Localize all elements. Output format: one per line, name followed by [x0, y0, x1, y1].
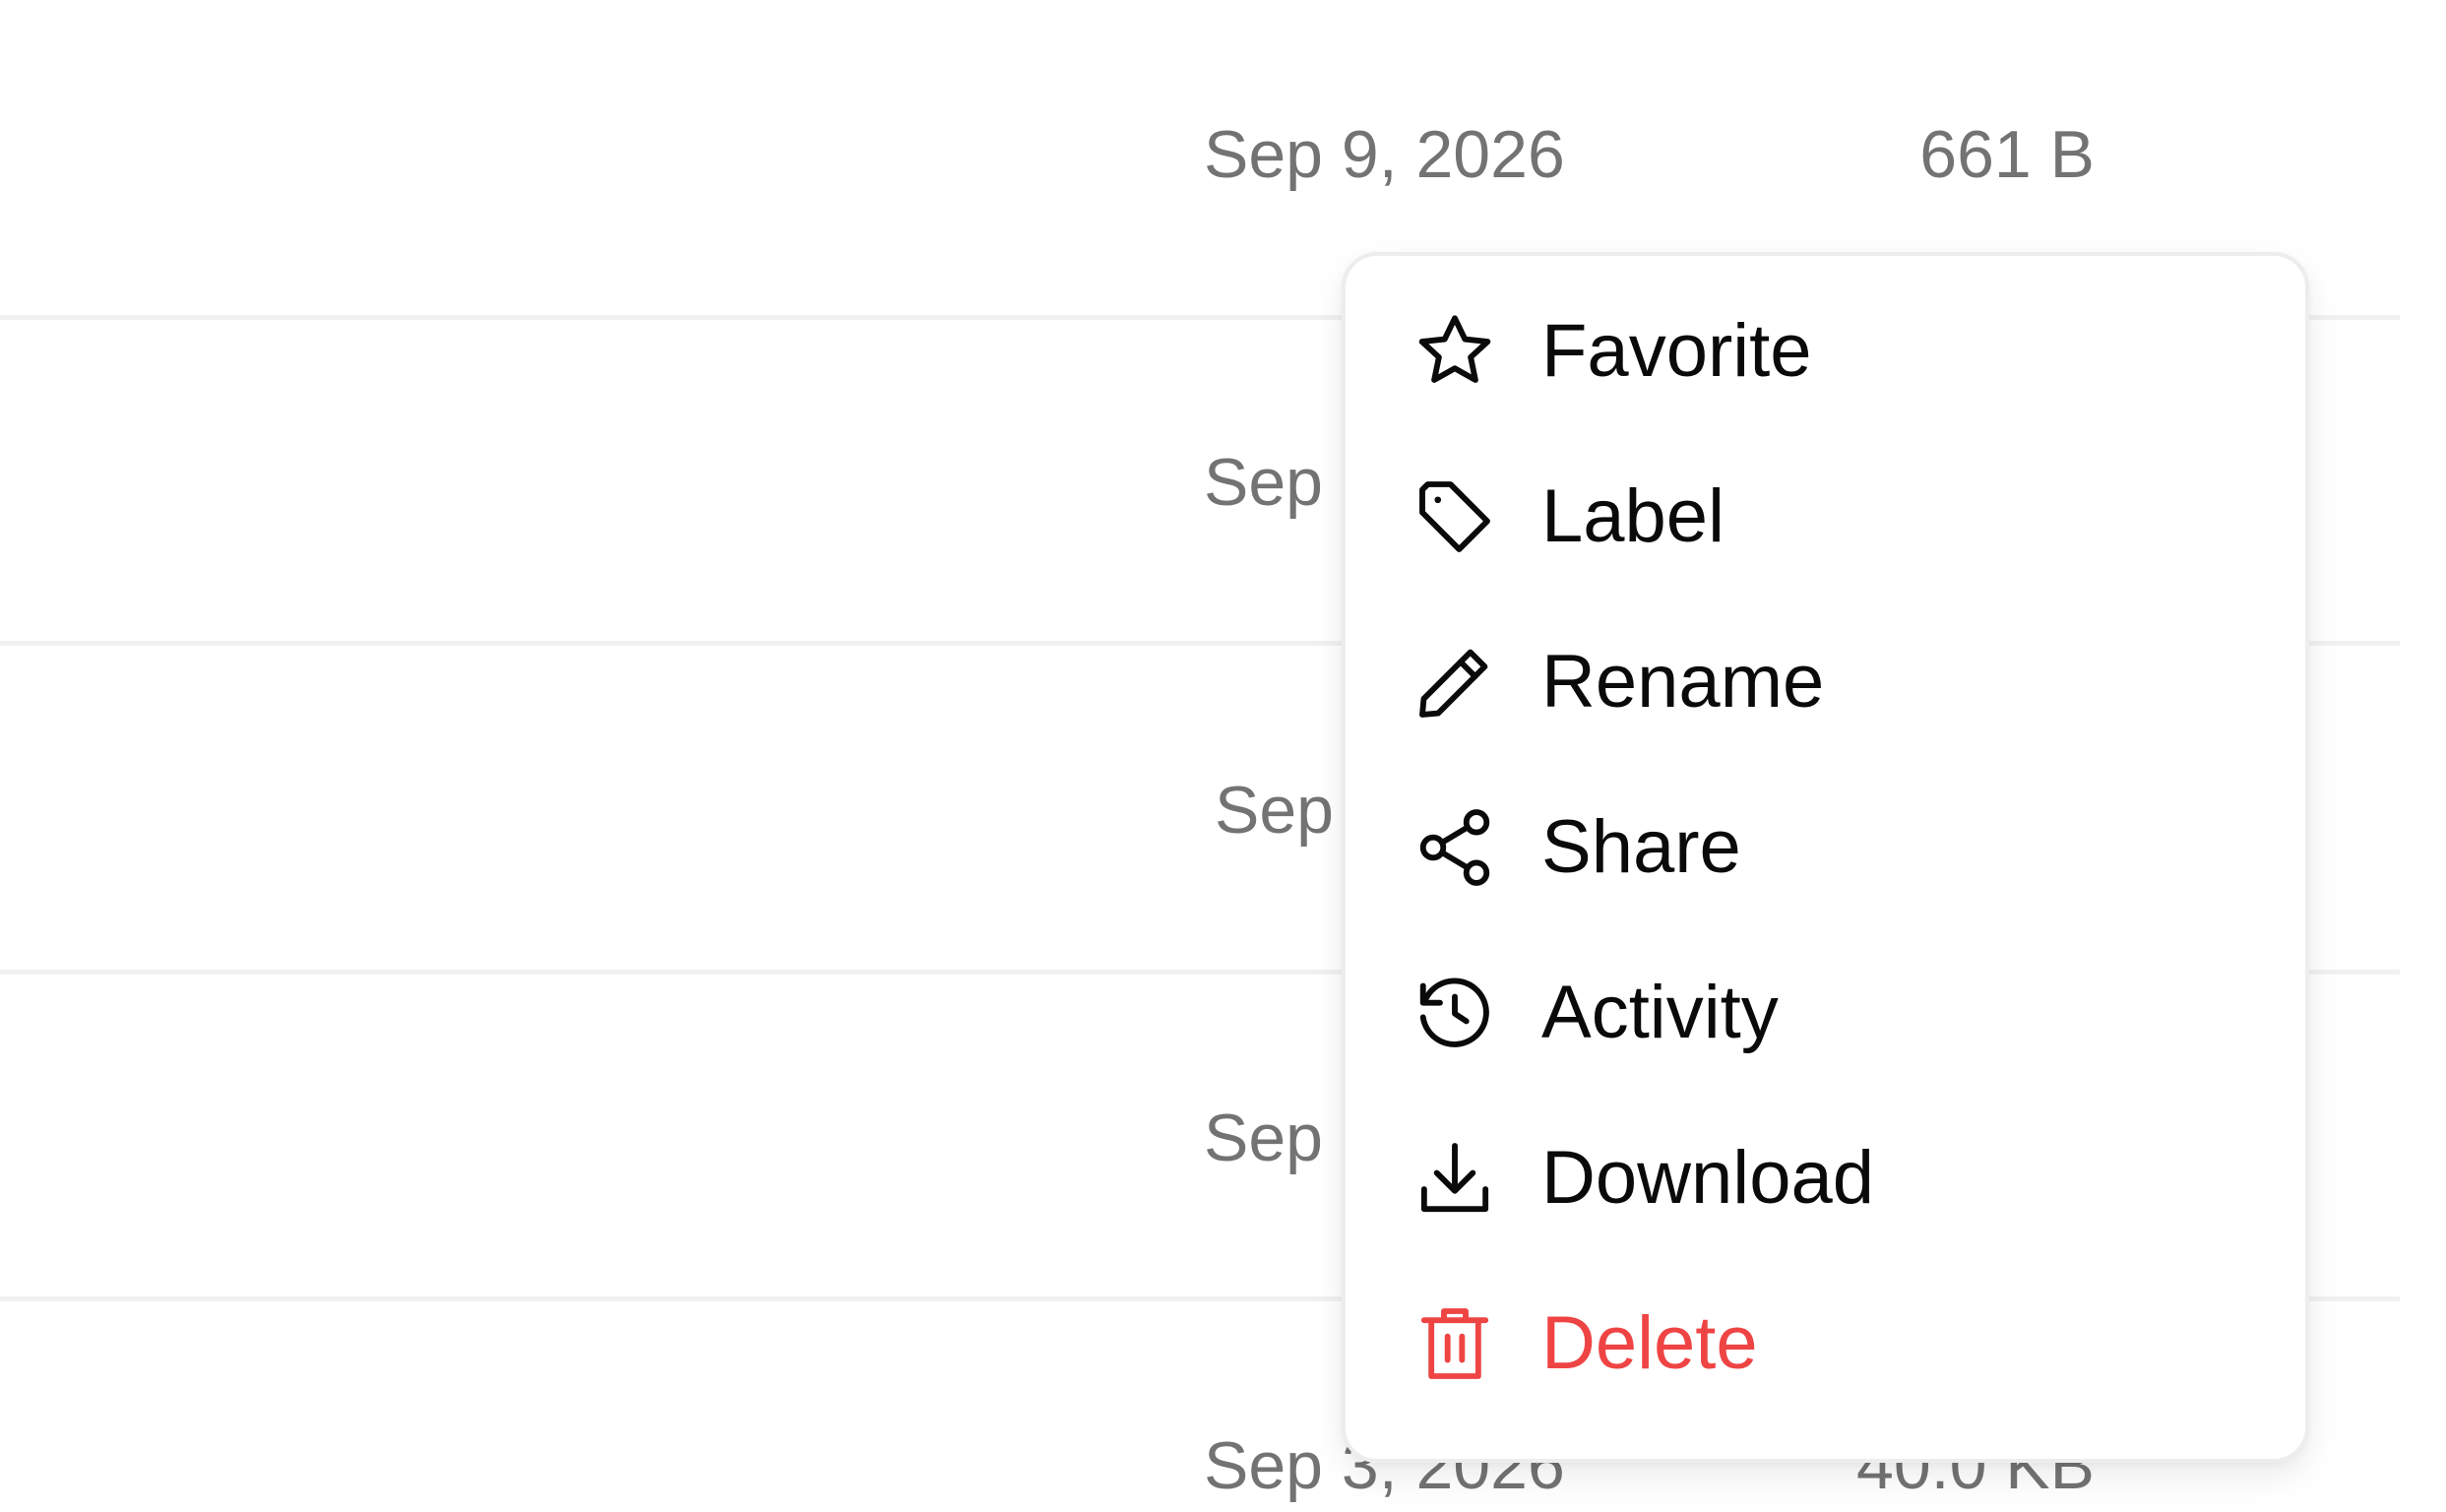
row-date: Sep [1204, 1101, 1323, 1175]
menu-item-share[interactable]: Share [1346, 774, 2305, 921]
row-size: 661 B [1919, 117, 2095, 192]
menu-item-rename[interactable]: Rename [1346, 608, 2305, 756]
menu-item-label: Share [1541, 805, 1741, 889]
trash-icon [1411, 1299, 1499, 1388]
menu-item-activity[interactable]: Activity [1346, 939, 2305, 1087]
menu-item-delete[interactable]: Delete [1346, 1270, 2305, 1418]
tag-icon [1411, 472, 1499, 561]
menu-item-label: Delete [1541, 1301, 1758, 1385]
menu-item-favorite[interactable]: Favorite [1346, 278, 2305, 425]
file-list: Sep 9, 2026 661 B Sep Sep Sep Sep 3, 202… [0, 0, 2446, 1512]
pencil-icon [1411, 638, 1499, 726]
context-menu: Favorite Label Rename Share Activity Dow… [1342, 252, 2309, 1463]
menu-item-label-tag[interactable]: Label [1346, 443, 2305, 591]
menu-item-label: Download [1541, 1136, 1874, 1220]
history-icon [1411, 969, 1499, 1057]
row-date: Sep 9, 2026 [1204, 117, 1565, 192]
row-date: Sep [1215, 773, 1334, 848]
menu-item-label: Activity [1541, 971, 1779, 1054]
download-icon [1411, 1134, 1499, 1223]
menu-item-download[interactable]: Download [1346, 1104, 2305, 1252]
star-icon [1411, 307, 1499, 396]
menu-item-label: Rename [1541, 640, 1825, 724]
row-date: Sep [1204, 445, 1323, 520]
menu-item-label: Label [1541, 474, 1725, 558]
menu-item-label: Favorite [1541, 309, 1812, 393]
share-icon [1411, 803, 1499, 892]
